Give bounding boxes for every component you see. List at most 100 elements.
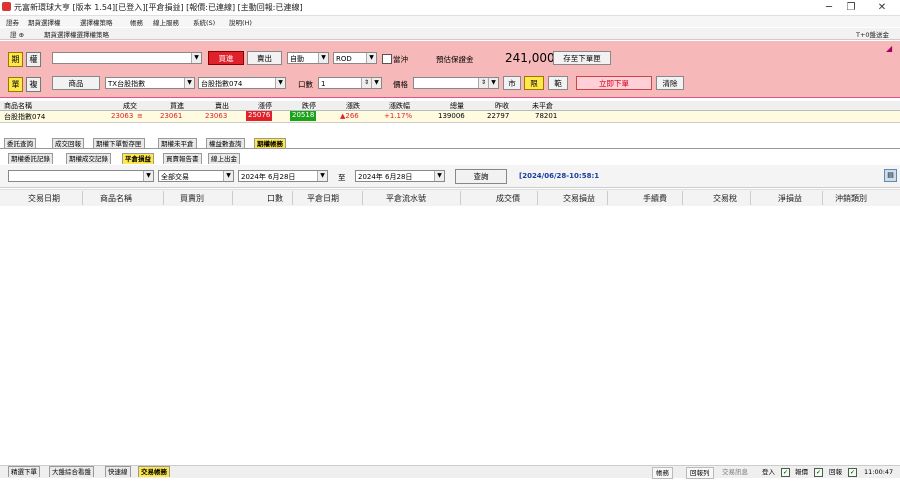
- col-divider: [362, 191, 363, 205]
- trade-type-value: 全部交易: [161, 173, 189, 181]
- menu-system[interactable]: 系統(S): [193, 17, 215, 27]
- col-product-name: 商品名稱: [100, 194, 132, 203]
- quote-row[interactable]: 台股指數074 23063 ≡ 23061 23063 25076 20518 …: [0, 111, 900, 123]
- chevron-down-icon[interactable]: ▼: [488, 78, 498, 88]
- col-divider: [82, 191, 83, 205]
- col-close-date: 平倉日期: [307, 194, 339, 203]
- tool-strip-icons[interactable]: 證 ⊕: [10, 29, 24, 39]
- menu-futures-options[interactable]: 期貨選擇權: [28, 17, 61, 27]
- limit-price-button[interactable]: 限: [524, 76, 544, 90]
- col-name: 商品名稱: [4, 102, 32, 110]
- status-report-list[interactable]: 回報列: [686, 467, 714, 479]
- col-divider: [750, 191, 751, 205]
- menu-securities[interactable]: 證券: [6, 17, 19, 27]
- col-divider: [163, 191, 164, 205]
- quote-volume: 139006: [438, 112, 465, 120]
- symbol-select[interactable]: ▼: [52, 52, 202, 64]
- futures-toggle[interactable]: 期: [8, 52, 23, 67]
- col-bid: 買進: [170, 102, 184, 110]
- tab-online-withdraw[interactable]: 線上出金: [208, 153, 240, 164]
- query-bar: ▼ 全部交易 ▼ 2024年 6月28日 ▼ 至 2024年 6月28日 ▼ 查…: [0, 165, 900, 188]
- quote-limit-up: 25076: [246, 111, 273, 121]
- auto-select[interactable]: 自動 ▼: [287, 52, 329, 64]
- rod-select[interactable]: ROD ▼: [333, 52, 377, 64]
- range-price-button[interactable]: 範: [548, 76, 568, 90]
- product-select[interactable]: TX台股指數 ▼: [105, 77, 195, 89]
- daytrade-checkbox[interactable]: [382, 54, 392, 64]
- tab-order-records[interactable]: 期權委託記錄: [8, 153, 53, 164]
- market-price-button[interactable]: 市: [503, 76, 521, 90]
- chevron-down-icon: ▼: [434, 171, 444, 181]
- trade-type-select[interactable]: 全部交易 ▼: [158, 170, 234, 182]
- chevron-down-icon[interactable]: ▼: [371, 78, 381, 88]
- product-button[interactable]: 商品: [52, 76, 100, 90]
- panel-corner-icon[interactable]: ◢: [886, 44, 892, 53]
- quote-bid: 23061: [160, 112, 183, 120]
- submit-order-button[interactable]: 立即下單: [576, 76, 652, 90]
- price-stepper[interactable]: ⇕ ▼: [413, 77, 499, 89]
- col-divider: [607, 191, 608, 205]
- col-divider: [292, 191, 293, 205]
- t0-deposit-label[interactable]: T+0盤送金: [856, 29, 889, 39]
- tab-market-overview[interactable]: 大盤綜合看盤: [49, 466, 94, 477]
- order-panel: 期 權 ▼ 買進 賣出 自動 ▼ ROD ▼ 當沖 預估保證金 241,000 …: [0, 41, 900, 98]
- pnl-grid-body[interactable]: [0, 206, 900, 464]
- quantity-label: 口數: [298, 80, 313, 89]
- tab-divider: [0, 148, 900, 149]
- quantity-value: 1: [321, 80, 326, 88]
- sell-button[interactable]: 賣出: [247, 51, 282, 65]
- login-check-icon: ✓: [781, 468, 790, 477]
- tab-trade-report[interactable]: 買賣報告書: [163, 153, 202, 164]
- close-button[interactable]: ✕: [868, 0, 896, 15]
- account-select[interactable]: ▼: [8, 170, 154, 182]
- account-tabs: 委託查詢 成交回報 期權下單暫存匣 期權未平倉 權益數查詢 期權帳務: [0, 138, 900, 149]
- buy-button[interactable]: 買進: [208, 51, 244, 65]
- contract-select-value: 台股指數074: [201, 80, 243, 88]
- menu-online-service[interactable]: 線上服務: [153, 17, 179, 27]
- quote-ask: 23063: [205, 112, 228, 120]
- col-side: 買賣別: [180, 194, 204, 203]
- date-from-picker[interactable]: 2024年 6月28日 ▼: [238, 170, 328, 182]
- date-range-separator: 至: [338, 173, 346, 182]
- date-to-picker[interactable]: 2024年 6月28日 ▼: [355, 170, 445, 182]
- col-limit-down: 跌停: [302, 102, 316, 110]
- col-divider: [537, 191, 538, 205]
- query-button[interactable]: 查詢: [455, 169, 507, 184]
- chevron-down-icon: ▼: [366, 53, 376, 63]
- menu-option-strategy[interactable]: 選擇權策略: [80, 17, 113, 27]
- tab-trade-accounts[interactable]: 交易帳務: [138, 466, 170, 477]
- chevron-down-icon: ▼: [318, 53, 328, 63]
- menu-help[interactable]: 說明(H): [229, 17, 252, 27]
- save-to-basket-button[interactable]: 存至下單匣: [553, 51, 611, 65]
- tab-quick-chart[interactable]: 快速線: [105, 466, 131, 477]
- single-order-toggle[interactable]: 單: [8, 77, 23, 92]
- quote-prev: 22797: [487, 112, 510, 120]
- export-icon[interactable]: ▤: [884, 169, 897, 182]
- options-toggle[interactable]: 權: [26, 52, 41, 67]
- margin-label: 預估保證金: [436, 55, 474, 64]
- contract-select[interactable]: 台股指數074 ▼: [198, 77, 286, 89]
- status-accounts[interactable]: 帳務: [652, 467, 673, 479]
- col-prev: 昨收: [495, 102, 509, 110]
- price-label: 價格: [393, 80, 408, 89]
- quantity-stepper[interactable]: 1 ⇕ ▼: [318, 77, 382, 89]
- clear-button[interactable]: 清除: [656, 76, 684, 90]
- tab-quick-order[interactable]: 精選下單: [8, 466, 40, 477]
- menu-accounts[interactable]: 帳務: [130, 17, 143, 27]
- col-net-pnl: 淨損益: [778, 194, 802, 203]
- stepper-arrows-icon[interactable]: ⇕: [478, 78, 488, 88]
- col-divider: [460, 191, 461, 205]
- maximize-button[interactable]: ❐: [837, 0, 865, 15]
- stepper-arrows-icon[interactable]: ⇕: [361, 78, 371, 88]
- quote-header: 商品名稱 成交 買進 賣出 漲停 跌停 漲跌 漲跌幅 總量 昨收 未平倉: [0, 101, 900, 111]
- tool-strip-label: 期貨選擇權選擇權策略: [44, 31, 109, 39]
- quote-last-mark: ≡: [137, 112, 143, 120]
- tab-closed-pnl[interactable]: 平倉損益: [122, 153, 154, 164]
- quote-change: ▲266: [340, 112, 359, 120]
- combo-order-toggle[interactable]: 複: [26, 77, 41, 92]
- chevron-down-icon: ▼: [317, 171, 327, 181]
- tab-fill-records[interactable]: 期權成交記錄: [66, 153, 111, 164]
- status-trade-messages[interactable]: 交易訊息: [722, 467, 748, 477]
- chevron-down-icon: ▼: [191, 53, 201, 63]
- status-report: 回報: [829, 468, 842, 476]
